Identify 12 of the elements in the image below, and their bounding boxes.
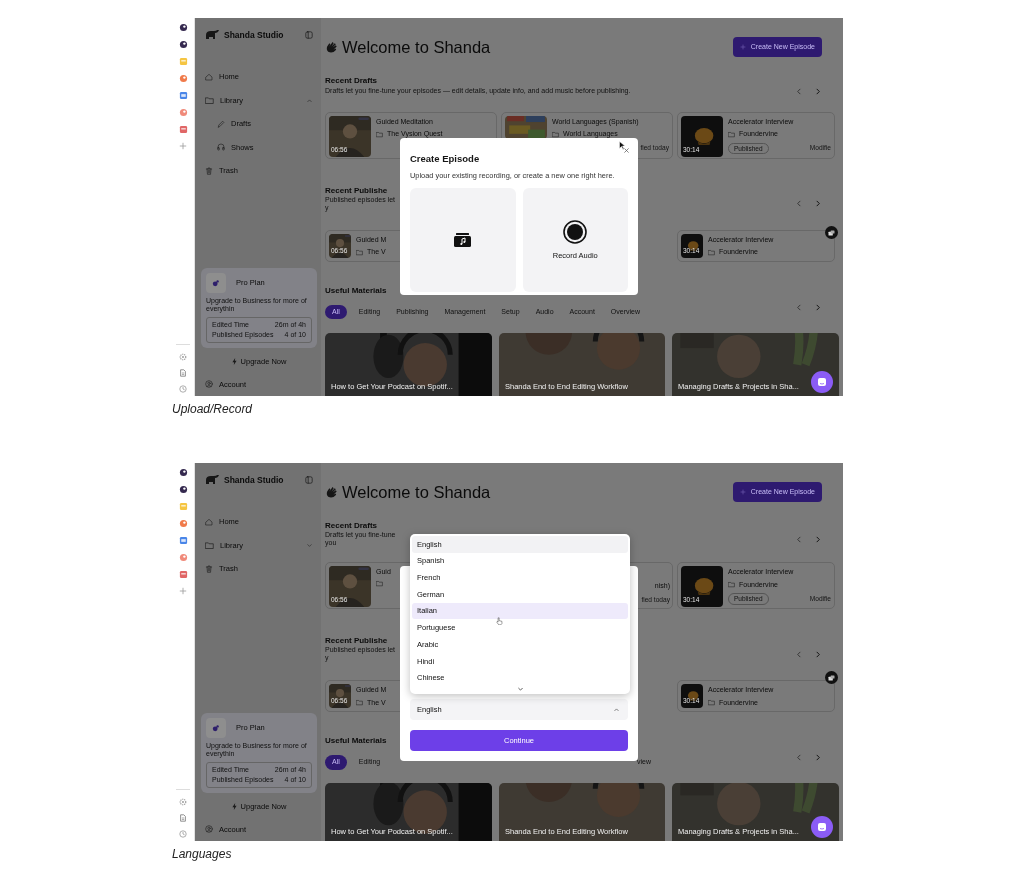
section-title: Recent Publishe: [325, 184, 388, 196]
section-title: Recent Drafts: [325, 75, 377, 86]
brand-name: Shanda Studio: [224, 28, 284, 42]
caption: Upload/Record: [172, 402, 254, 416]
section-title: Recent Publishe: [325, 635, 388, 646]
page-title: Welcome to Shanda: [342, 481, 491, 503]
section-title: Recent Drafts: [325, 520, 377, 531]
brand-name: Shanda Studio: [224, 473, 284, 487]
caption: Languages: [172, 847, 233, 861]
page-title: Welcome to Shanda: [342, 36, 491, 58]
section-title: Useful Materials: [325, 284, 387, 296]
section-title: Useful Materials: [325, 735, 387, 746]
